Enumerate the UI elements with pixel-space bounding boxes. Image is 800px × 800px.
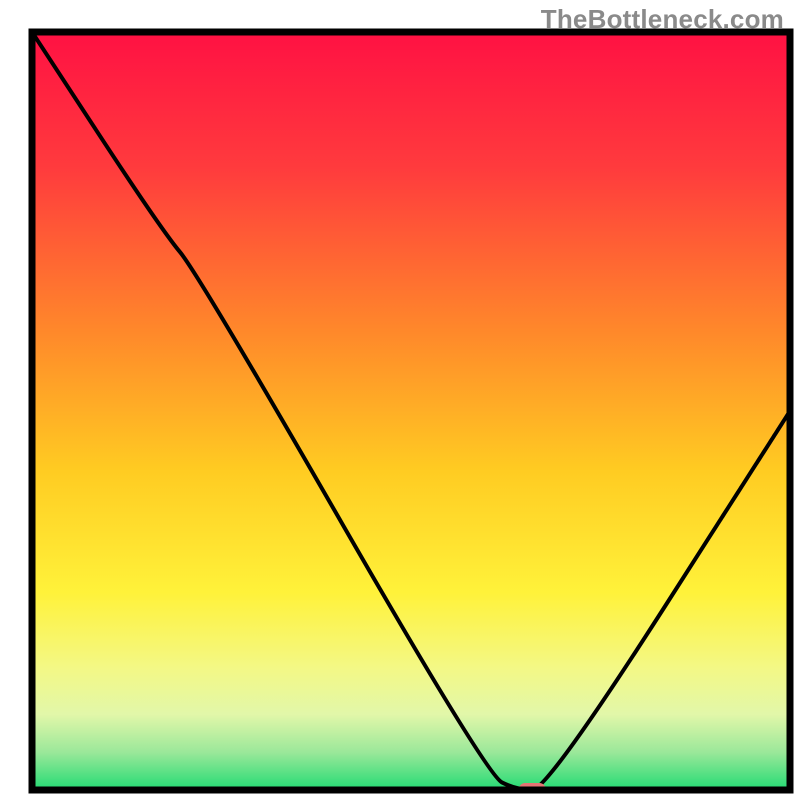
bottleneck-chart	[0, 0, 800, 800]
watermark-text: TheBottleneck.com	[541, 4, 784, 35]
plot-area	[32, 32, 790, 797]
gradient-background	[32, 32, 790, 790]
